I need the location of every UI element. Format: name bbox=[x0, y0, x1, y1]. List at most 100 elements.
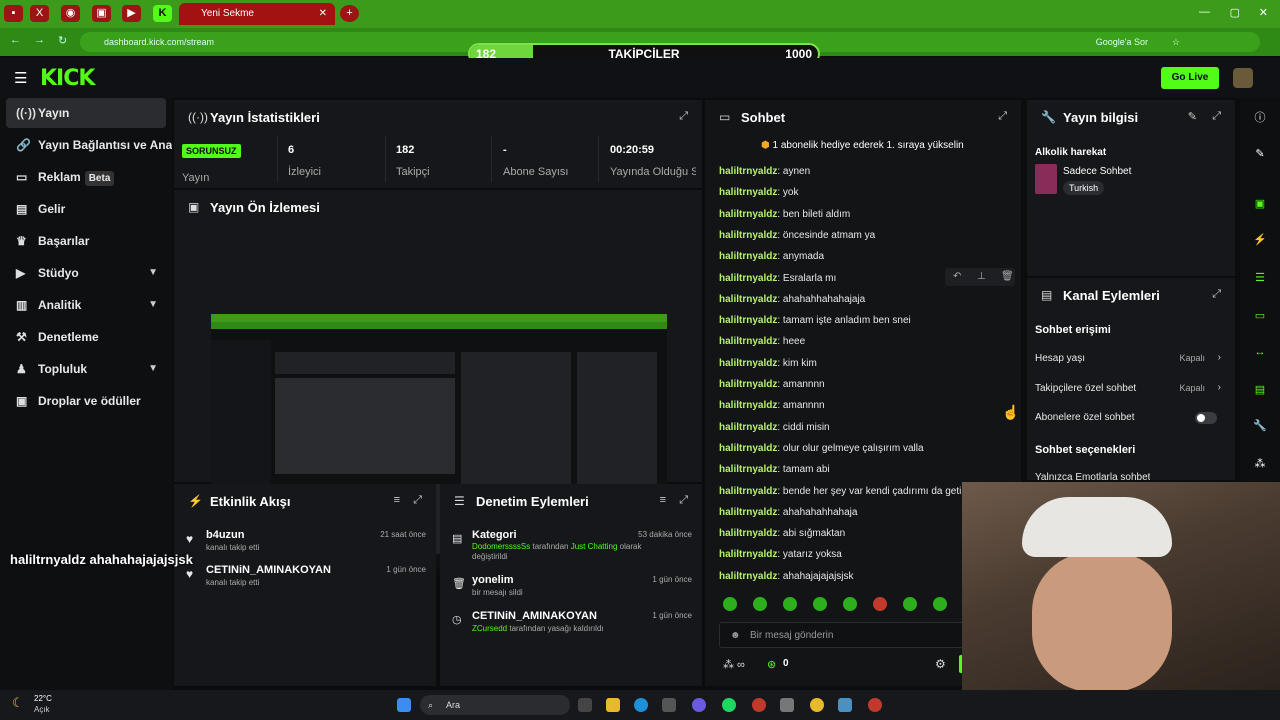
avatar[interactable] bbox=[1233, 68, 1253, 88]
reddit-icon[interactable]: ◉ bbox=[61, 5, 80, 22]
chat-username[interactable]: haliltrnyaldz bbox=[719, 273, 777, 284]
chat-message[interactable]: haliltrnyaldz: amannnn bbox=[719, 379, 825, 390]
info-icon[interactable]: ⓘ bbox=[1252, 110, 1268, 126]
chat-message[interactable]: haliltrnyaldz: yatarız yoksa bbox=[719, 549, 842, 560]
chat-username[interactable]: haliltrnyaldz bbox=[719, 400, 777, 411]
chevron-right-icon[interactable]: › bbox=[1218, 352, 1221, 363]
expand-icon[interactable]: ⤢ bbox=[1212, 110, 1221, 123]
sidebar-item-studyo[interactable]: ▶ Stüdyo ▼ bbox=[6, 258, 166, 288]
chat-username[interactable]: haliltrnyaldz bbox=[719, 571, 777, 582]
sidebar-item-yayin[interactable]: ((·)) Yayın bbox=[6, 98, 166, 128]
emote-icon[interactable] bbox=[783, 597, 797, 611]
chat-username[interactable]: haliltrnyaldz bbox=[719, 464, 777, 475]
app-icon[interactable]: ▣ bbox=[92, 5, 111, 22]
chat-username[interactable]: haliltrnyaldz bbox=[719, 251, 777, 262]
file-explorer-icon[interactable] bbox=[606, 698, 620, 712]
sidebar-item-basarilar[interactable]: ♛ Başarılar bbox=[6, 226, 166, 256]
expand-icon[interactable]: ⤢ bbox=[1212, 288, 1221, 301]
wrench-icon[interactable]: 🔧 bbox=[1252, 418, 1268, 434]
go-live-button[interactable]: Go Live bbox=[1161, 67, 1219, 89]
chat-message[interactable]: haliltrnyaldz: tamam abi bbox=[719, 464, 830, 475]
emote-icon[interactable] bbox=[873, 597, 887, 611]
kick-icon[interactable]: K bbox=[153, 5, 172, 22]
delete-icon[interactable]: 🗑 bbox=[1001, 268, 1014, 286]
chat-message[interactable]: haliltrnyaldz: bende her şey var kendi ç… bbox=[719, 486, 967, 497]
taskbar-search[interactable]: ⌕ Ara bbox=[420, 695, 570, 715]
chat-username[interactable]: haliltrnyaldz bbox=[719, 336, 777, 347]
chat-message[interactable]: haliltrnyaldz: aynen bbox=[719, 166, 810, 177]
chat-message[interactable]: haliltrnyaldz: anymada bbox=[719, 251, 824, 262]
windows-start-icon[interactable] bbox=[397, 698, 411, 712]
chat-message[interactable]: haliltrnyaldz: kim kim bbox=[719, 358, 817, 369]
community-icon[interactable]: ⁂ bbox=[1252, 456, 1268, 472]
chat-message[interactable]: haliltrnyaldz: Esralarla mı bbox=[719, 273, 836, 284]
chat-message[interactable]: haliltrnyaldz: abi sığmaktan bbox=[719, 528, 845, 539]
broadcast-icon[interactable]: ↔ bbox=[1252, 344, 1268, 360]
chat-username[interactable]: haliltrnyaldz bbox=[719, 230, 777, 241]
close-icon[interactable]: ✕ bbox=[319, 3, 327, 25]
discord-icon[interactable] bbox=[692, 698, 706, 712]
emote-icon[interactable] bbox=[753, 597, 767, 611]
infinity-icon[interactable]: ⁂ ∞ bbox=[723, 658, 745, 671]
chat-message[interactable]: haliltrnyaldz: ben bileti aldım bbox=[719, 209, 850, 220]
chat-icon[interactable]: ▭ bbox=[1252, 308, 1268, 324]
emote-icon[interactable] bbox=[933, 597, 947, 611]
browser-tab-active[interactable]: Yeni Sekme ✕ bbox=[179, 3, 335, 25]
chat-input[interactable]: ☻ Bir mesaj gönderin bbox=[719, 622, 969, 648]
pencil-icon[interactable]: ✎ bbox=[1252, 146, 1268, 162]
chat-message[interactable]: haliltrnyaldz: ahahahhahahajaja bbox=[719, 294, 865, 305]
emote-icon[interactable] bbox=[843, 597, 857, 611]
google-ask-button[interactable]: Google'a Sor bbox=[1096, 32, 1148, 52]
chat-username[interactable]: haliltrnyaldz bbox=[719, 443, 777, 454]
subscribers-only-toggle[interactable] bbox=[1195, 412, 1217, 424]
chat-username[interactable]: haliltrnyaldz bbox=[719, 528, 777, 539]
reply-icon[interactable]: ↶ bbox=[953, 268, 961, 286]
preview-icon[interactable]: ▣ bbox=[1252, 196, 1268, 212]
emoji-icon[interactable]: ☻ bbox=[730, 623, 741, 649]
expand-icon[interactable]: ⤢ bbox=[679, 110, 688, 123]
settings-gear-icon[interactable]: ⚙ bbox=[935, 657, 946, 671]
expand-icon[interactable]: ⤢ bbox=[413, 494, 422, 507]
chat-message[interactable]: haliltrnyaldz: amannnn bbox=[719, 400, 825, 411]
list-icon[interactable]: ☰ bbox=[1252, 270, 1268, 286]
filter-icon[interactable]: ≡ bbox=[394, 494, 400, 506]
chat-username[interactable]: haliltrnyaldz bbox=[719, 507, 777, 518]
bolt-icon[interactable]: ⚡ bbox=[1252, 232, 1268, 248]
chat-message[interactable]: haliltrnyaldz: heee bbox=[719, 336, 805, 347]
reload-icon[interactable]: ↻ bbox=[58, 34, 67, 47]
chat-message[interactable]: haliltrnyaldz: öncesinde atmam ya bbox=[719, 230, 875, 241]
chat-username[interactable]: haliltrnyaldz bbox=[719, 315, 777, 326]
kick-logo[interactable]: KICK bbox=[40, 66, 95, 91]
chat-username[interactable]: haliltrnyaldz bbox=[719, 209, 777, 220]
hamburger-menu-icon[interactable]: ☰ bbox=[14, 69, 27, 87]
chrome-icon[interactable] bbox=[810, 698, 824, 712]
chat-username[interactable]: haliltrnyaldz bbox=[719, 166, 777, 177]
edit-pencil-icon[interactable]: ✎ bbox=[1188, 110, 1197, 123]
row-value[interactable]: Kapalı bbox=[1179, 353, 1205, 363]
expand-icon[interactable]: ⤢ bbox=[679, 494, 688, 507]
back-icon[interactable]: ← bbox=[10, 34, 21, 46]
sidebar-item-denetleme[interactable]: ⚒ Denetleme bbox=[6, 322, 166, 352]
chat-username[interactable]: haliltrnyaldz bbox=[719, 549, 777, 560]
emote-icon[interactable] bbox=[813, 597, 827, 611]
pin-icon[interactable]: ⊥ bbox=[977, 268, 986, 286]
minimize-icon[interactable]: — bbox=[1199, 6, 1210, 18]
chat-username[interactable]: haliltrnyaldz bbox=[719, 379, 777, 390]
sidebar-item-analitik[interactable]: ▥ Analitik ▼ bbox=[6, 290, 166, 320]
x-icon[interactable]: X bbox=[30, 5, 49, 22]
chat-username[interactable]: haliltrnyaldz bbox=[719, 358, 777, 369]
chat-message[interactable]: haliltrnyaldz: ahahajajajajsjsk bbox=[719, 571, 854, 582]
forward-icon[interactable]: → bbox=[34, 34, 45, 46]
emote-icon[interactable] bbox=[903, 597, 917, 611]
edge-icon[interactable] bbox=[634, 698, 648, 712]
chat-username[interactable]: haliltrnyaldz bbox=[719, 187, 777, 198]
bookmark-star-icon[interactable]: ☆ bbox=[1172, 32, 1180, 52]
chevron-right-icon[interactable]: › bbox=[1218, 382, 1221, 393]
app-icon[interactable] bbox=[752, 698, 766, 712]
app-icon[interactable]: ▪ bbox=[4, 5, 23, 22]
sub-gift-banner[interactable]: ⬢ 1 abonelik hediye ederek 1. sıraya yük… bbox=[761, 140, 964, 151]
sidebar-item-gelir[interactable]: ▤ Gelir bbox=[6, 194, 166, 224]
sidebar-item-droplar[interactable]: ▣ Droplar ve ödüller bbox=[6, 386, 166, 416]
emote-icon[interactable] bbox=[723, 597, 737, 611]
chat-message[interactable]: haliltrnyaldz: ahahahahhahaja bbox=[719, 507, 857, 518]
